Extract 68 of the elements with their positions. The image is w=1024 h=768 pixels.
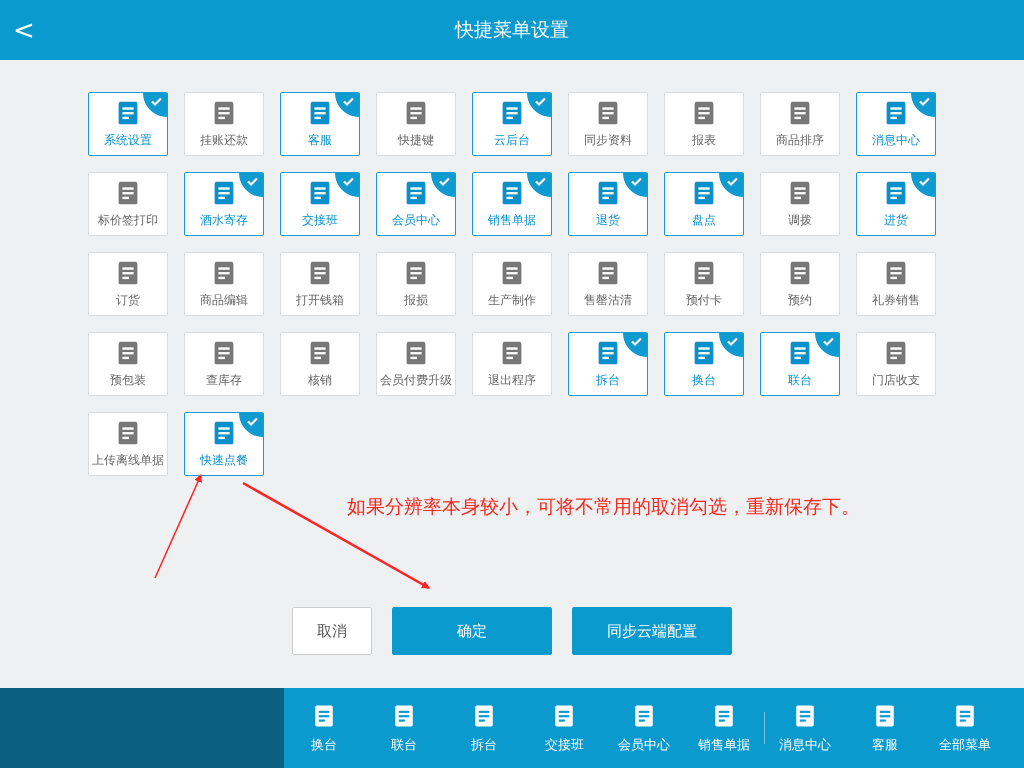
menu-tile[interactable]: 门店收支 <box>856 332 936 396</box>
menu-tile[interactable]: 打开钱箱 <box>280 252 360 316</box>
menu-tile[interactable]: 预付卡 <box>664 252 744 316</box>
bottom-menu-item[interactable]: 交接班 <box>524 688 604 768</box>
menu-tile[interactable]: 拆台 <box>568 332 648 396</box>
menu-tile[interactable]: 退货 <box>568 172 648 236</box>
primary-button[interactable]: 同步云端配置 <box>572 607 732 655</box>
menu-tile[interactable]: 商品编辑 <box>184 252 264 316</box>
check-icon <box>527 173 551 197</box>
check-icon <box>239 413 263 437</box>
check-icon <box>911 173 935 197</box>
menu-tile[interactable]: 联台 <box>760 332 840 396</box>
menu-tile[interactable]: 客服 <box>280 92 360 156</box>
menu-tile[interactable]: 标价签打印 <box>88 172 168 236</box>
check-icon <box>431 173 455 197</box>
check-icon <box>623 333 647 357</box>
check-icon <box>335 93 359 117</box>
bottom-menu-item[interactable]: 换台 <box>284 688 364 768</box>
menu-tile[interactable]: 售罄沽清 <box>568 252 648 316</box>
menu-tile[interactable]: 挂账还款 <box>184 92 264 156</box>
menu-tile[interactable]: 上传离线单据 <box>88 412 168 476</box>
bottom-menu-item[interactable]: 全部菜单 <box>925 688 1005 768</box>
menu-tile[interactable]: 报表 <box>664 92 744 156</box>
menu-tile[interactable]: 云后台 <box>472 92 552 156</box>
menu-tile[interactable]: 消息中心 <box>856 92 936 156</box>
menu-tile[interactable]: 酒水寄存 <box>184 172 264 236</box>
menu-tile[interactable]: 换台 <box>664 332 744 396</box>
menu-tile[interactable]: 快速点餐 <box>184 412 264 476</box>
bottom-menu-item[interactable]: 拆台 <box>444 688 524 768</box>
menu-tile[interactable]: 退出程序 <box>472 332 552 396</box>
menu-tile[interactable]: 盘点 <box>664 172 744 236</box>
menu-tile[interactable]: 预包装 <box>88 332 168 396</box>
menu-tile[interactable]: 系统设置 <box>88 92 168 156</box>
menu-tile[interactable]: 查库存 <box>184 332 264 396</box>
check-icon <box>527 93 551 117</box>
check-icon <box>719 333 743 357</box>
cancel-button[interactable]: 取消 <box>292 607 372 655</box>
menu-tile[interactable]: 商品排序 <box>760 92 840 156</box>
menu-tile[interactable]: 同步资料 <box>568 92 648 156</box>
bottom-menu-item[interactable]: 销售单据 <box>684 688 764 768</box>
check-icon <box>335 173 359 197</box>
menu-tile[interactable]: 会员中心 <box>376 172 456 236</box>
check-icon <box>143 93 167 117</box>
back-button[interactable]: < <box>10 12 38 48</box>
menu-tile[interactable]: 调拨 <box>760 172 840 236</box>
menu-tile[interactable]: 销售单据 <box>472 172 552 236</box>
bottom-menu-item[interactable]: 消息中心 <box>765 688 845 768</box>
menu-tile[interactable]: 生产制作 <box>472 252 552 316</box>
menu-tile[interactable]: 交接班 <box>280 172 360 236</box>
hint-text: 如果分辨率本身较小，可将不常用的取消勾选，重新保存下。 <box>347 494 860 519</box>
check-icon <box>719 173 743 197</box>
menu-tile[interactable]: 会员付费升级 <box>376 332 456 396</box>
menu-tile[interactable]: 报损 <box>376 252 456 316</box>
bottom-menu-item[interactable]: 会员中心 <box>604 688 684 768</box>
page-title: 快捷菜单设置 <box>455 17 569 42</box>
menu-tile[interactable]: 订货 <box>88 252 168 316</box>
check-icon <box>911 93 935 117</box>
menu-tile[interactable]: 礼券销售 <box>856 252 936 316</box>
check-icon <box>623 173 647 197</box>
menu-tile[interactable]: 进货 <box>856 172 936 236</box>
bottom-menu-item[interactable]: 客服 <box>845 688 925 768</box>
check-icon <box>815 333 839 357</box>
menu-tile[interactable]: 核销 <box>280 332 360 396</box>
check-icon <box>239 173 263 197</box>
menu-tile[interactable]: 快捷键 <box>376 92 456 156</box>
bottom-menu-item[interactable]: 联台 <box>364 688 444 768</box>
primary-button[interactable]: 确定 <box>392 607 552 655</box>
menu-tile[interactable]: 预约 <box>760 252 840 316</box>
